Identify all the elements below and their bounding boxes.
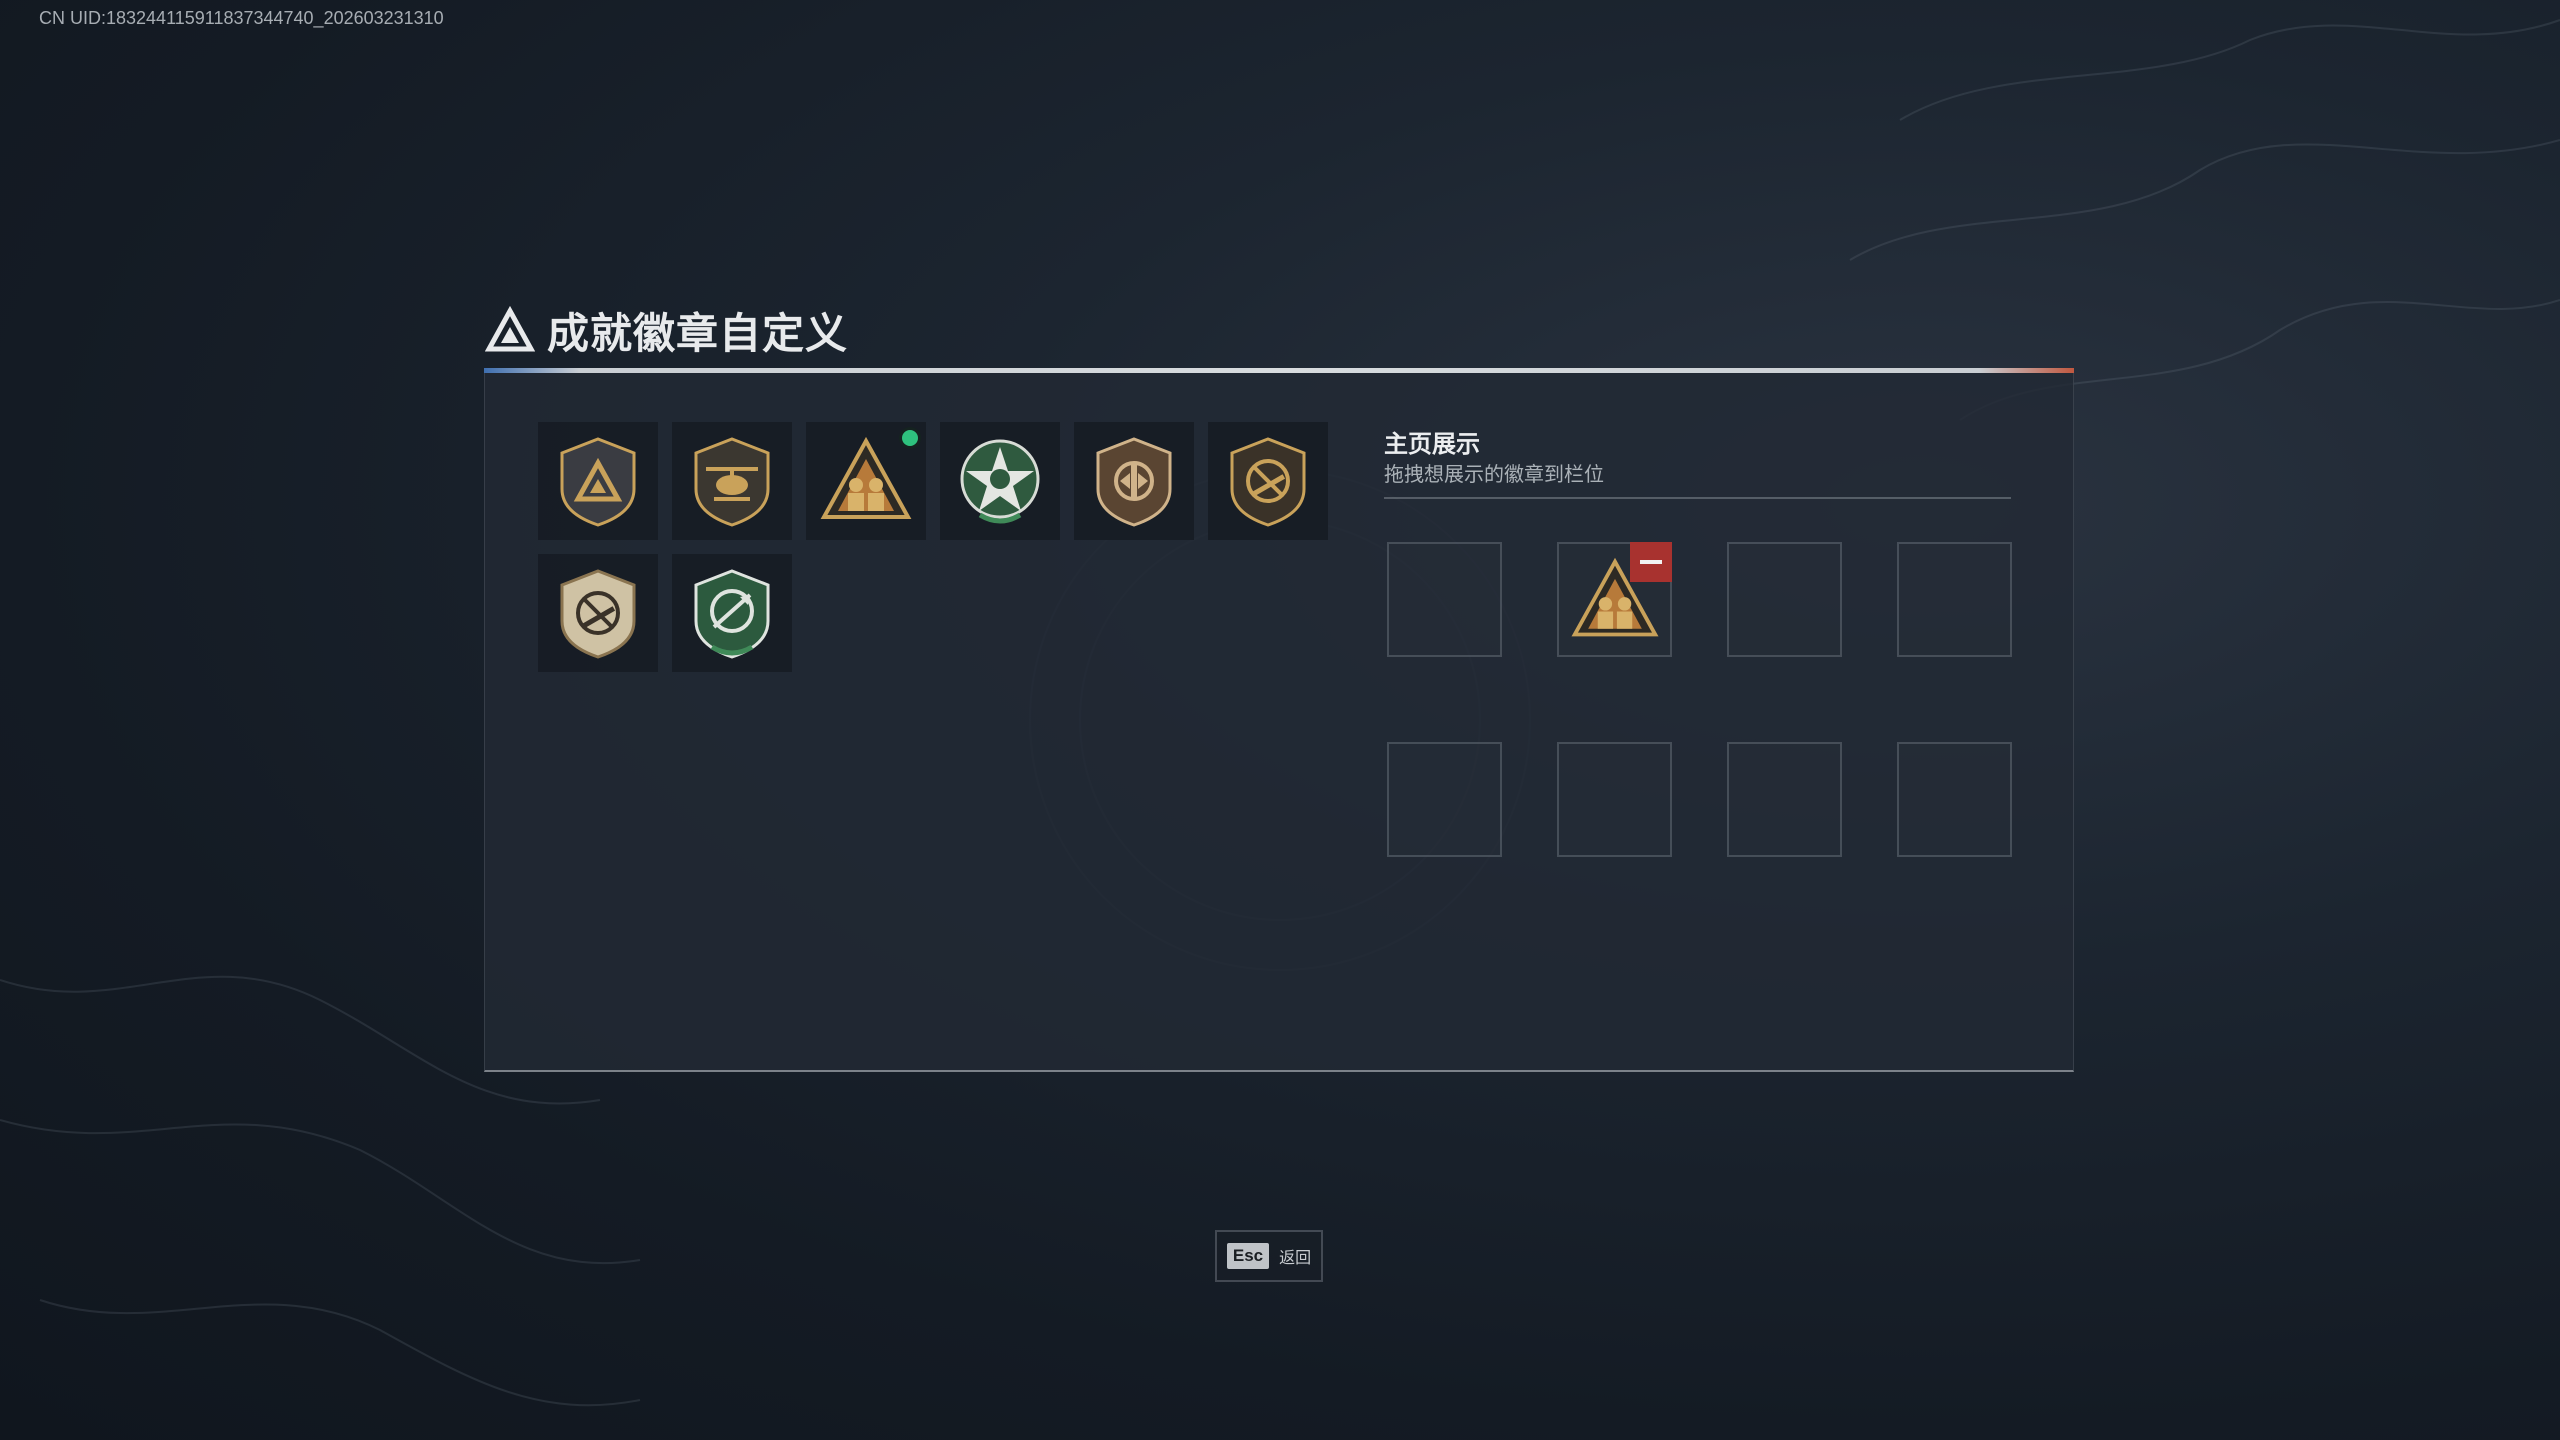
showcase-slot-2[interactable] [1557, 542, 1672, 657]
user-id-text: CN UID:18324411591183734474​0_2026032313… [39, 8, 444, 28]
showcase-slot-1[interactable] [1387, 542, 1502, 657]
showcase-slot-7[interactable] [1727, 742, 1842, 857]
badge-green-star[interactable] [940, 422, 1060, 540]
showcase-slot-3[interactable] [1727, 542, 1842, 657]
showcase-slot-6[interactable] [1557, 742, 1672, 857]
green-crossed-arrows-shield-icon [694, 569, 770, 659]
badge-soldiers-triangle[interactable] [806, 422, 926, 540]
no-rifle-shield-icon [1230, 437, 1306, 527]
minus-icon [1640, 560, 1662, 564]
delta-triangle-shield-icon [560, 437, 636, 527]
badge-bronze-crest[interactable] [1074, 422, 1194, 540]
showcase-slots-grid [1387, 542, 2012, 857]
badge-no-rifle[interactable] [1208, 422, 1328, 540]
esc-key-hint: Esc [1226, 1243, 1270, 1269]
soldiers-triangle-badge-icon [820, 436, 912, 519]
badge-helicopter[interactable] [672, 422, 792, 540]
page-title: 成就徽章自定义 [547, 309, 849, 357]
panel-top-accent-line [484, 368, 2074, 373]
badge-green-crossed-arrows[interactable] [672, 554, 792, 672]
showcase-subtitle: 拖拽想展示的徽章到栏位 [1384, 464, 1604, 486]
new-badge-indicator [902, 430, 918, 446]
helicopter-shield-icon [694, 437, 770, 527]
showcase-slot-4[interactable] [1897, 542, 2012, 657]
delta-logo-icon [485, 305, 535, 352]
green-star-medal-icon [960, 439, 1040, 524]
showcase-slot-5[interactable] [1387, 742, 1502, 857]
no-rifle-gold-shield-icon [560, 569, 636, 659]
badge-delta-triangle[interactable] [538, 422, 658, 540]
remove-badge-button[interactable] [1630, 542, 1672, 582]
back-button[interactable]: Esc 返回 [1215, 1230, 1323, 1282]
showcase-slot-8[interactable] [1897, 742, 2012, 857]
showcase-divider [1384, 497, 2011, 499]
badge-no-rifle-gold[interactable] [538, 554, 658, 672]
back-label: 返回 [1279, 1250, 1312, 1267]
showcase-title: 主页展示 [1384, 431, 1480, 458]
bronze-crest-shield-icon [1096, 437, 1172, 527]
owned-badges-grid [538, 422, 1328, 672]
page-header: 成就徽章自定义 [485, 300, 848, 360]
